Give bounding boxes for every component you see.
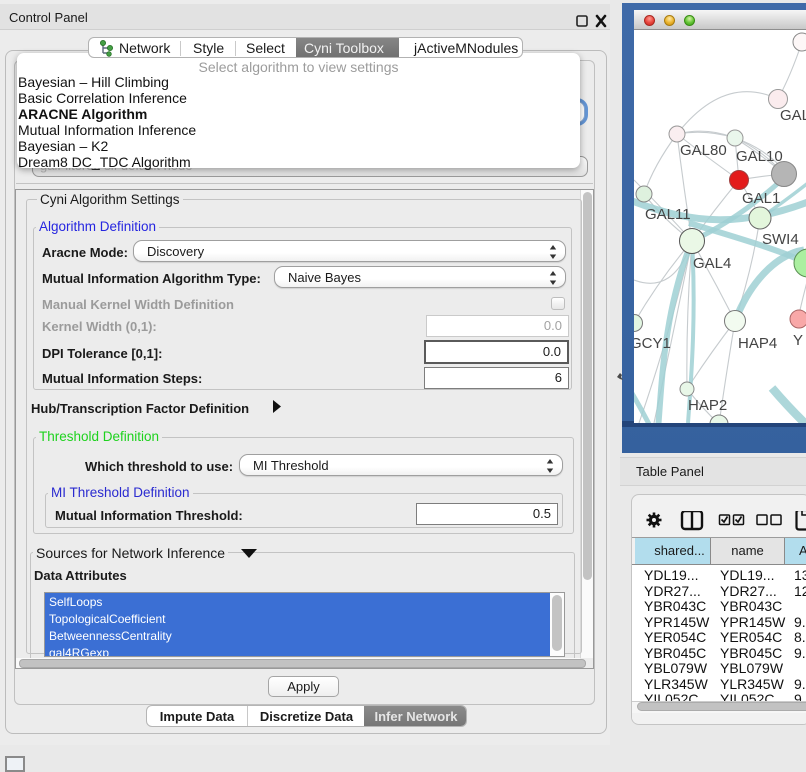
- svg-text:SWI4: SWI4: [762, 231, 799, 248]
- svg-text:HAP4: HAP4: [738, 335, 777, 352]
- svg-text:GAL11: GAL11: [645, 206, 691, 223]
- svg-text:GAL10: GAL10: [736, 148, 783, 165]
- svg-text:GAL1: GAL1: [742, 190, 780, 207]
- svg-text:GCY1: GCY1: [634, 335, 671, 352]
- svg-text:GAL4: GAL4: [693, 255, 731, 272]
- svg-text:GAL7: GAL7: [780, 107, 806, 124]
- svg-text:Y: Y: [793, 332, 803, 349]
- svg-text:GAL80: GAL80: [680, 142, 727, 159]
- svg-text:HAP2: HAP2: [688, 397, 727, 414]
